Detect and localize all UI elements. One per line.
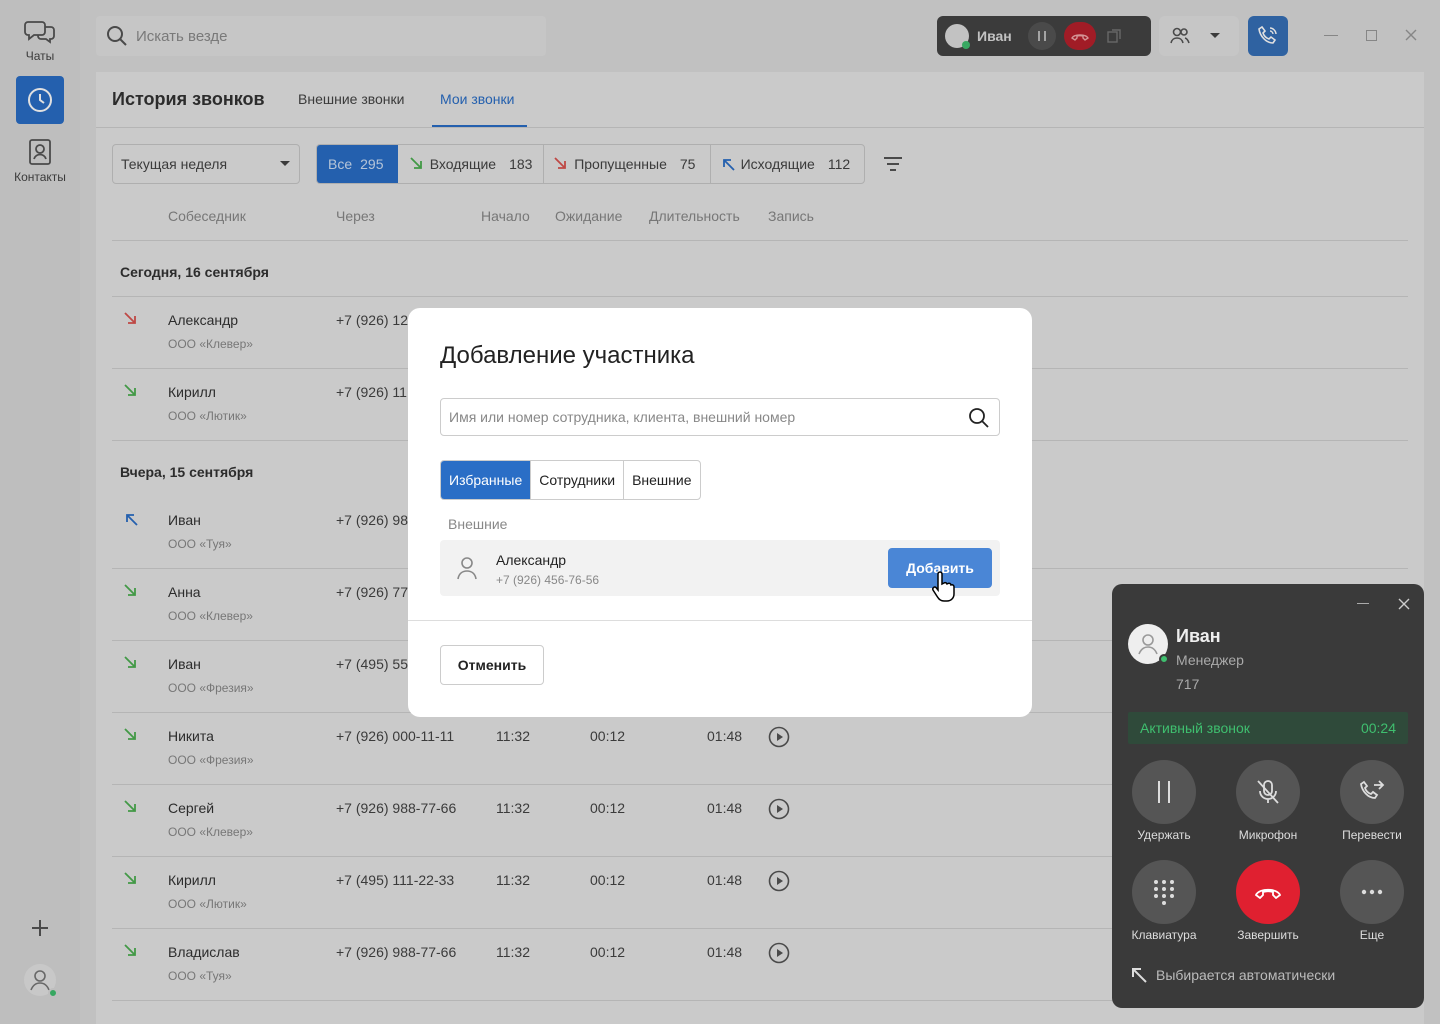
transfer-button[interactable] <box>1340 760 1404 824</box>
participant-type-tabs: Избранные Сотрудники Внешние <box>440 460 701 500</box>
caller-role: Менеджер <box>1176 652 1244 668</box>
caller-name: Иван <box>1176 626 1221 646</box>
auto-select-label: Выбирается автоматически <box>1156 967 1336 983</box>
person-icon <box>457 557 477 580</box>
cancel-button[interactable]: Отменить <box>440 645 544 685</box>
phone-transfer-icon <box>1360 780 1385 799</box>
divider <box>408 620 1032 621</box>
participant-search-input[interactable]: Имя или номер сотрудника, клиента, внешн… <box>440 398 1000 436</box>
outgoing-arrow-icon <box>1132 968 1147 983</box>
tab-employees[interactable]: Сотрудники <box>531 461 625 499</box>
end-call-button[interactable] <box>1236 860 1300 924</box>
hand-cursor-icon <box>930 570 956 602</box>
minimize-icon[interactable] <box>1357 603 1369 604</box>
more-label: Еще <box>1359 928 1385 942</box>
mic-control[interactable] <box>1236 760 1300 824</box>
hangup-icon <box>1255 888 1281 899</box>
close-icon[interactable] <box>1398 598 1410 610</box>
end-call-label: Завершить <box>1237 928 1299 942</box>
search-icon <box>969 408 989 428</box>
more-control[interactable] <box>1340 860 1404 924</box>
hold-button[interactable] <box>1132 760 1196 824</box>
call-status-bar: Активный звонок 00:24 <box>1128 712 1408 744</box>
hold-control[interactable] <box>1132 760 1196 824</box>
transfer-control[interactable] <box>1340 760 1404 824</box>
online-indicator <box>1159 654 1169 664</box>
contact-name: Александр <box>496 552 567 568</box>
mic-off-icon <box>1257 780 1279 804</box>
keypad-control[interactable] <box>1132 860 1196 924</box>
tab-favorites[interactable]: Избранные <box>441 461 532 499</box>
dialog-title: Добавление участника <box>440 342 695 369</box>
keypad-icon <box>1154 880 1174 905</box>
mic-button[interactable] <box>1236 760 1300 824</box>
add-participant-dialog: Добавление участника Имя или номер сотру… <box>408 308 1032 717</box>
avatar <box>1128 624 1169 664</box>
auto-select[interactable]: Выбирается автоматически <box>1130 966 1335 984</box>
keypad-label: Клавиатура <box>1131 928 1197 942</box>
tab-external[interactable]: Внешние <box>624 461 699 499</box>
pause-icon <box>1158 781 1170 803</box>
transfer-label: Перевести <box>1342 828 1402 842</box>
caller-ext: 717 <box>1176 676 1200 692</box>
end-call-control[interactable] <box>1236 860 1300 924</box>
participant-search-placeholder: Имя или номер сотрудника, клиента, внешн… <box>449 409 796 425</box>
call-timer: 00:24 <box>1360 720 1396 736</box>
contact-phone: +7 (926) 456-76-56 <box>496 573 600 587</box>
mic-label: Микрофон <box>1238 828 1298 842</box>
more-icon <box>1361 889 1383 895</box>
keypad-button[interactable] <box>1132 860 1196 924</box>
section-label: Внешние <box>448 516 508 532</box>
more-button[interactable] <box>1340 860 1404 924</box>
call-widget: Иван Менеджер 717 Активный звонок 00:24 … <box>1112 584 1424 1008</box>
hold-label: Удержать <box>1137 828 1191 842</box>
call-status: Активный звонок <box>1140 720 1250 736</box>
